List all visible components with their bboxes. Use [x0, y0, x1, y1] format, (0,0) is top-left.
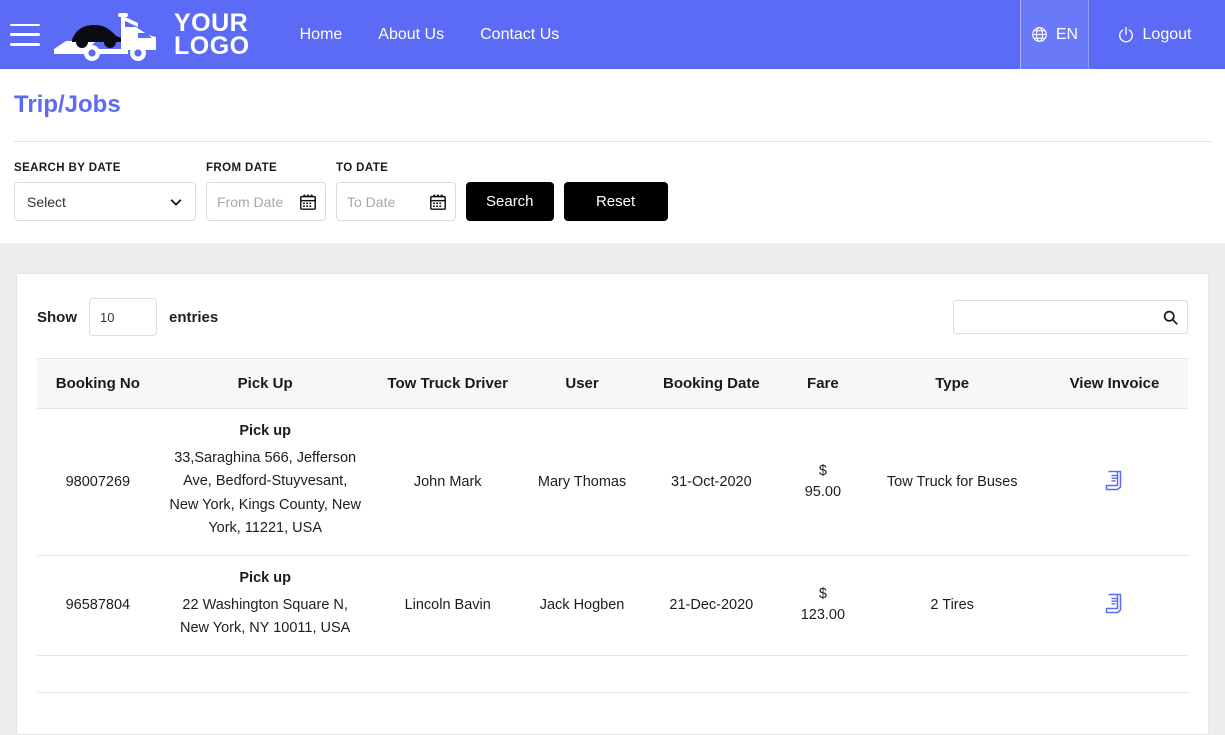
cell-pick-up: Pick up 22 Washington Square N, New York… — [158, 555, 372, 656]
cell-driver: John Mark — [371, 408, 524, 556]
navbar-left: YOUR LOGO — [0, 0, 250, 69]
cell-type: 2 Tires — [863, 555, 1041, 656]
top-navbar: YOUR LOGO Home About Us Contact Us EN Lo… — [0, 0, 1225, 69]
search-icon[interactable] — [1162, 309, 1179, 326]
language-selector[interactable]: EN — [1020, 0, 1088, 69]
pickup-address: 22 Washington Square N, New York, NY 100… — [179, 596, 351, 637]
to-date-placeholder: To Date — [347, 193, 396, 210]
cell-user: Mary Thomas — [523, 408, 641, 556]
cell-view-invoice — [1040, 655, 1188, 693]
calendar-icon[interactable] — [299, 193, 317, 211]
table-body: 98007269 Pick up 33,Saraghina 566, Jeffe… — [37, 408, 1188, 693]
entries-label: entries — [169, 308, 219, 326]
page-header: Trip/Jobs — [0, 69, 1225, 119]
col-tow-truck-driver[interactable]: Tow Truck Driver — [371, 358, 524, 409]
col-view-invoice[interactable]: View Invoice — [1040, 358, 1188, 409]
cell-view-invoice — [1040, 408, 1188, 556]
cell-user — [523, 655, 641, 693]
col-pick-up[interactable]: Pick Up — [158, 358, 372, 409]
cell-booking-no: 98007269 — [37, 408, 159, 556]
calendar-icon[interactable] — [429, 193, 447, 211]
table-row[interactable]: 96587804 Pick up 22 Washington Square N,… — [37, 555, 1188, 656]
from-date-input[interactable]: From Date — [206, 182, 326, 221]
search-button[interactable]: Search — [466, 182, 554, 221]
brand-logo[interactable]: YOUR LOGO — [52, 9, 250, 61]
entries-input[interactable] — [89, 298, 157, 336]
col-user[interactable]: User — [523, 358, 641, 409]
nav-link-about-us[interactable]: About Us — [378, 26, 444, 44]
cell-booking-date: 31-Oct-2020 — [640, 408, 783, 556]
cell-type — [863, 655, 1041, 693]
tow-truck-logo-icon — [52, 9, 164, 61]
chevron-down-icon — [169, 195, 183, 209]
cell-pick-up — [158, 655, 372, 693]
language-label: EN — [1055, 25, 1079, 43]
fare-amount: 123.00 — [800, 607, 846, 624]
col-booking-no[interactable]: Booking No — [37, 358, 159, 409]
invoice-icon[interactable] — [1102, 591, 1126, 615]
search-input[interactable] — [964, 308, 1162, 326]
search-by-date-label: SEARCH BY DATE — [14, 162, 121, 174]
table-row[interactable] — [37, 655, 1188, 693]
cell-booking-no: 96587804 — [37, 555, 159, 656]
page-title: Trip/Jobs — [14, 91, 121, 118]
logo-text: YOUR LOGO — [174, 10, 250, 60]
search-by-date-field: SEARCH BY DATE Select — [14, 162, 196, 221]
cell-driver: Lincoln Bavin — [371, 555, 524, 656]
to-date-label: TO DATE — [336, 162, 389, 174]
reset-button[interactable]: Reset — [563, 182, 668, 221]
table-search-box[interactable] — [953, 300, 1188, 334]
globe-icon — [1031, 26, 1048, 43]
cell-fare — [782, 655, 864, 693]
table-row[interactable]: 98007269 Pick up 33,Saraghina 566, Jeffe… — [37, 408, 1188, 556]
col-booking-date[interactable]: Booking Date — [640, 358, 783, 409]
col-type[interactable]: Type — [863, 358, 1041, 409]
from-date-label: FROM DATE — [206, 162, 278, 174]
to-date-field: TO DATE To Date — [336, 162, 456, 221]
cell-view-invoice — [1040, 555, 1188, 656]
cell-booking-date — [640, 655, 783, 693]
search-by-date-value: Select — [27, 193, 66, 210]
content-area: Show entries Booking No Pick Up — [0, 243, 1225, 735]
search-by-date-select[interactable]: Select — [14, 182, 196, 221]
trips-table: Booking No Pick Up Tow Truck Driver User… — [37, 358, 1188, 693]
show-label: Show — [37, 308, 77, 326]
nav-link-home[interactable]: Home — [300, 26, 343, 44]
table-controls: Show entries — [37, 298, 1188, 336]
show-entries-group: Show entries — [37, 298, 218, 336]
cell-user: Jack Hogben — [523, 555, 641, 656]
cell-type: Tow Truck for Buses — [863, 408, 1041, 556]
cell-booking-no — [37, 655, 159, 693]
table-head: Booking No Pick Up Tow Truck Driver User… — [37, 358, 1188, 409]
power-icon — [1117, 26, 1135, 44]
logout-label: Logout — [1142, 25, 1192, 43]
cell-booking-date: 21-Dec-2020 — [640, 555, 783, 656]
fare-amount: 95.00 — [804, 483, 842, 500]
pickup-label: Pick up — [239, 423, 291, 439]
table-header-row: Booking No Pick Up Tow Truck Driver User… — [37, 358, 1188, 409]
cell-driver — [371, 655, 524, 693]
fare-currency: $ — [818, 586, 827, 603]
logout-button[interactable]: Logout — [1088, 0, 1225, 69]
pickup-label: Pick up — [239, 569, 291, 586]
from-date-placeholder: From Date — [217, 193, 284, 210]
filter-bar: SEARCH BY DATE Select FROM DATE From Dat… — [0, 142, 1225, 243]
hamburger-icon[interactable] — [10, 23, 40, 46]
table-card: Show entries Booking No Pick Up — [16, 273, 1209, 735]
nav-link-contact-us[interactable]: Contact Us — [480, 26, 559, 44]
invoice-icon[interactable] — [1102, 468, 1126, 492]
col-fare[interactable]: Fare — [782, 358, 864, 409]
from-date-field: FROM DATE From Date — [206, 162, 326, 221]
navbar-right: EN Logout — [1020, 0, 1225, 69]
logo-line-2: LOGO — [174, 31, 250, 60]
cell-pick-up: Pick up 33,Saraghina 566, Jefferson Ave,… — [158, 408, 372, 556]
navbar-menu: Home About Us Contact Us — [300, 0, 560, 69]
to-date-input[interactable]: To Date — [336, 182, 456, 221]
cell-fare: $ 123.00 — [782, 555, 864, 656]
pickup-address: 33,Saraghina 566, Jefferson Ave, Bedford… — [169, 450, 361, 537]
fare-currency: $ — [818, 462, 827, 479]
cell-fare: $ 95.00 — [782, 408, 864, 556]
